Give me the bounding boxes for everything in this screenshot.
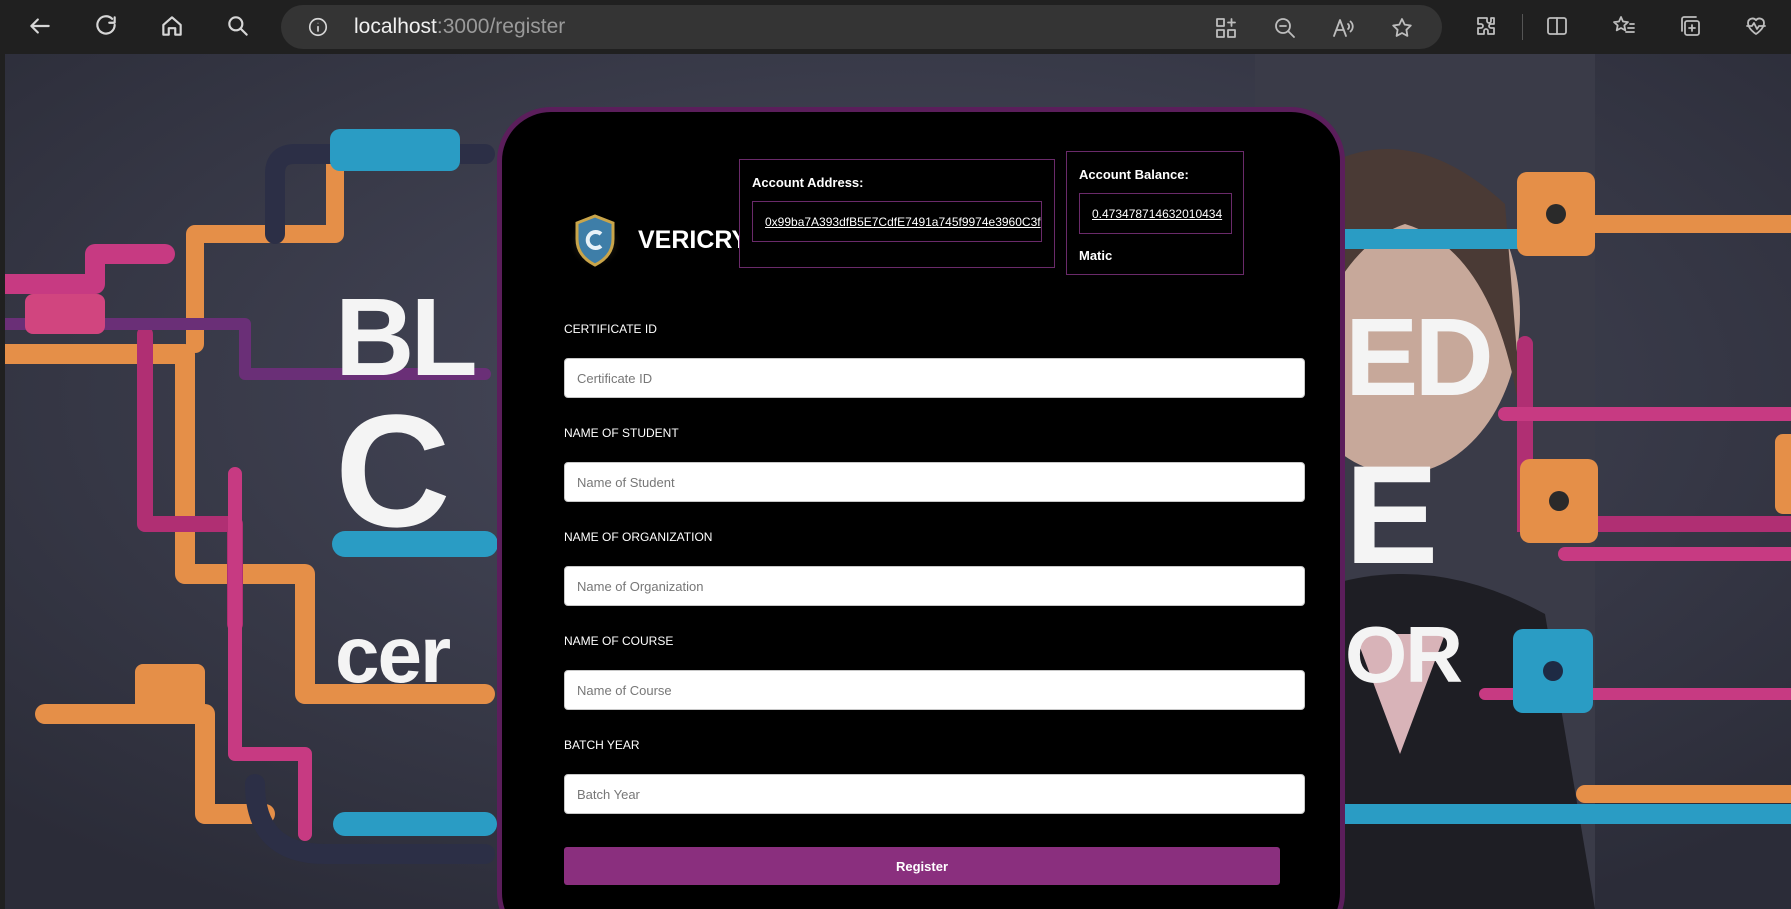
course-name-label: NAME OF COURSE xyxy=(564,634,674,648)
url-text: localhost:3000/register xyxy=(354,15,565,39)
student-name-input[interactable] xyxy=(564,462,1305,502)
register-card: VERICRYPT Account Address: 0x99ba7A393df… xyxy=(497,107,1345,909)
browser-toolbar: localhost:3000/register xyxy=(0,0,1791,54)
account-address-value[interactable]: 0x99ba7A393dfB5E7CdfE7491a745f9974e3960C… xyxy=(752,201,1042,242)
organization-name-label: NAME OF ORGANIZATION xyxy=(564,530,713,544)
account-balance-label: Account Balance: xyxy=(1079,167,1189,182)
extensions-icon[interactable] xyxy=(1474,14,1500,40)
account-address-label: Account Address: xyxy=(752,175,864,190)
page-viewport: BL C cer ED E OR VERICRYPT Account Addre… xyxy=(5,54,1791,909)
certificate-id-input[interactable] xyxy=(564,358,1305,398)
read-aloud-icon[interactable] xyxy=(1331,16,1355,40)
certificate-id-label: CERTIFICATE ID xyxy=(564,322,657,336)
app-available-icon[interactable] xyxy=(1214,16,1238,40)
register-button[interactable]: Register xyxy=(564,847,1280,885)
back-arrow-icon[interactable] xyxy=(20,6,60,46)
split-screen-icon[interactable] xyxy=(1545,14,1571,40)
background-word-4: ED xyxy=(1345,296,1494,419)
url-host: localhost xyxy=(354,15,437,38)
address-bar[interactable]: localhost:3000/register xyxy=(281,5,1442,49)
browser-essentials-icon[interactable] xyxy=(1744,14,1770,40)
account-balance-value[interactable]: 0.473478714632010434 xyxy=(1079,193,1232,234)
home-icon[interactable] xyxy=(152,6,192,46)
toolbar-divider xyxy=(1522,14,1523,40)
account-address-panel: Account Address: 0x99ba7A393dfB5E7CdfE74… xyxy=(739,159,1055,268)
refresh-icon[interactable] xyxy=(86,6,126,46)
student-name-label: NAME OF STUDENT xyxy=(564,426,679,440)
background-word-6: OR xyxy=(1345,610,1463,699)
search-icon[interactable] xyxy=(218,6,258,46)
favorite-star-icon[interactable] xyxy=(1390,16,1414,40)
batch-year-input[interactable] xyxy=(564,774,1305,814)
site-info-icon[interactable] xyxy=(307,16,329,38)
course-name-input[interactable] xyxy=(564,670,1305,710)
url-path: :3000/register xyxy=(436,15,566,38)
favorites-list-icon[interactable] xyxy=(1612,14,1638,40)
background-word-3: cer xyxy=(335,610,451,699)
account-balance-panel: Account Balance: 0.473478714632010434 Ma… xyxy=(1066,151,1244,275)
collections-icon[interactable] xyxy=(1678,14,1704,40)
batch-year-label: BATCH YEAR xyxy=(564,738,640,752)
balance-currency: Matic xyxy=(1079,248,1113,263)
background-word-2: C xyxy=(335,381,451,560)
shield-logo-icon xyxy=(568,214,622,269)
zoom-out-icon[interactable] xyxy=(1273,16,1297,40)
organization-name-input[interactable] xyxy=(564,566,1305,606)
background-word-5: E xyxy=(1345,436,1438,593)
